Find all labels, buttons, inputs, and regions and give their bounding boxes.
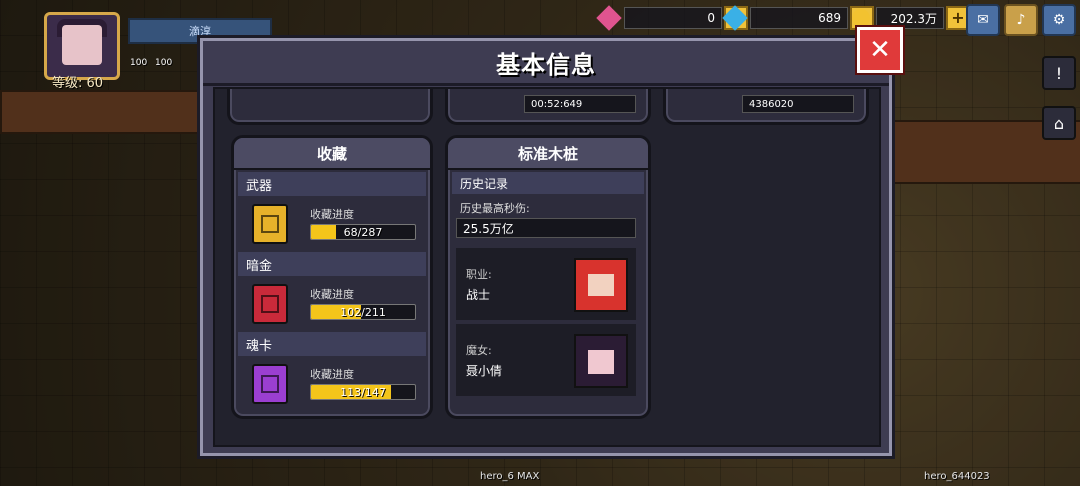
hero-tag-right: hero_644023 [924, 471, 990, 482]
dps-label: 历史最高秒伤: [460, 202, 530, 215]
player-level: 等级: 60 [52, 76, 104, 91]
weapon-progress-bar: 68/287 [310, 224, 416, 240]
category-soul-card: 魂卡 [238, 332, 426, 356]
category-weapon: 武器 [238, 172, 426, 196]
time-stat: 00:52:649 [524, 95, 636, 113]
class-label: 职业: [466, 268, 492, 281]
witch-value: 聂小倩 [466, 364, 503, 378]
warrior-face [588, 274, 614, 296]
witch-label: 魔女: [466, 344, 492, 357]
modal-content: 00:52:649 4386020 收藏 武器 收藏进度 68/287 暗金 收… [213, 87, 881, 447]
dark-gold-progress-text: 102/211 [340, 305, 386, 319]
exclamation-icon: ! [1055, 63, 1063, 83]
weapon-progress-label: 收藏进度 [310, 208, 354, 221]
weapon-progress-text: 68/287 [343, 225, 383, 239]
soul-card-icon-inner [261, 375, 279, 393]
speaker-icon: ♪ [1016, 12, 1026, 28]
history-header: 历史记录 [452, 172, 644, 194]
basic-info-modal: 基本信息 ✕ 00:52:649 4386020 收藏 武器 收藏进度 68/2… [200, 27, 903, 456]
dark-gold-progress-label: 收藏进度 [310, 288, 354, 301]
gear-icon: ⚙ [1052, 12, 1066, 28]
player-avatar[interactable] [44, 12, 120, 80]
soul-card-progress-text: 113/147 [340, 385, 386, 399]
home-icon: ⌂ [1053, 113, 1065, 133]
top-card-2: 00:52:649 [445, 89, 651, 125]
weapon-icon [252, 204, 288, 244]
mail-button[interactable]: ✉ [966, 4, 1000, 36]
category-dark-gold: 暗金 [238, 252, 426, 276]
close-icon: ✕ [869, 35, 891, 65]
avatar-face [62, 25, 102, 65]
class-panel: 职业: 战士 [456, 248, 636, 320]
badge-left: 100 [130, 58, 148, 68]
dark-gold-progress-bar: 102/211 [310, 304, 416, 320]
top-card-1 [227, 89, 433, 125]
mail-icon: ✉ [977, 12, 989, 28]
blue-gem-value: 689 [750, 7, 848, 29]
witch-panel: 魔女: 聂小倩 [456, 324, 636, 396]
hero-tag-left: hero_6 MAX [480, 471, 540, 482]
warrior-portrait-icon [574, 258, 628, 312]
badge-right: 100 [155, 58, 173, 68]
witch-portrait-icon [574, 334, 628, 388]
training-dummy-card: 标准木桩 历史记录 历史最高秒伤: 25.5万亿 职业: 战士 魔女: 聂小倩 [445, 135, 651, 419]
dummy-header: 标准木桩 [448, 138, 648, 170]
sound-button[interactable]: ♪ [1004, 4, 1038, 36]
soul-card-icon [252, 364, 288, 404]
home-button[interactable]: ⌂ [1042, 106, 1076, 140]
top-card-3: 4386020 [663, 89, 869, 125]
pink-gem-value: 0 [624, 7, 722, 29]
pink-gem-icon [596, 5, 622, 31]
close-button[interactable]: ✕ [857, 27, 903, 73]
modal-title: 基本信息 [203, 41, 889, 86]
soul-card-progress-label: 收藏进度 [310, 368, 354, 381]
collection-card: 收藏 武器 收藏进度 68/287 暗金 收藏进度 102/211 魂卡 收藏进… [231, 135, 433, 419]
gold-coin-value: 202.3万 [876, 7, 944, 29]
dark-gold-icon [252, 284, 288, 324]
soul-card-progress-bar: 113/147 [310, 384, 416, 400]
blue-gem-icon [722, 5, 748, 31]
weapon-icon-inner [261, 215, 279, 233]
notice-button[interactable]: ! [1042, 56, 1076, 90]
dps-value: 25.5万亿 [456, 218, 636, 238]
collection-header: 收藏 [234, 138, 430, 170]
gold-coin-icon [852, 9, 870, 27]
dark-gold-icon-inner [261, 295, 279, 313]
class-value: 战士 [466, 288, 491, 302]
witch-face [588, 350, 614, 374]
score-stat: 4386020 [742, 95, 854, 113]
settings-button[interactable]: ⚙ [1042, 4, 1076, 36]
